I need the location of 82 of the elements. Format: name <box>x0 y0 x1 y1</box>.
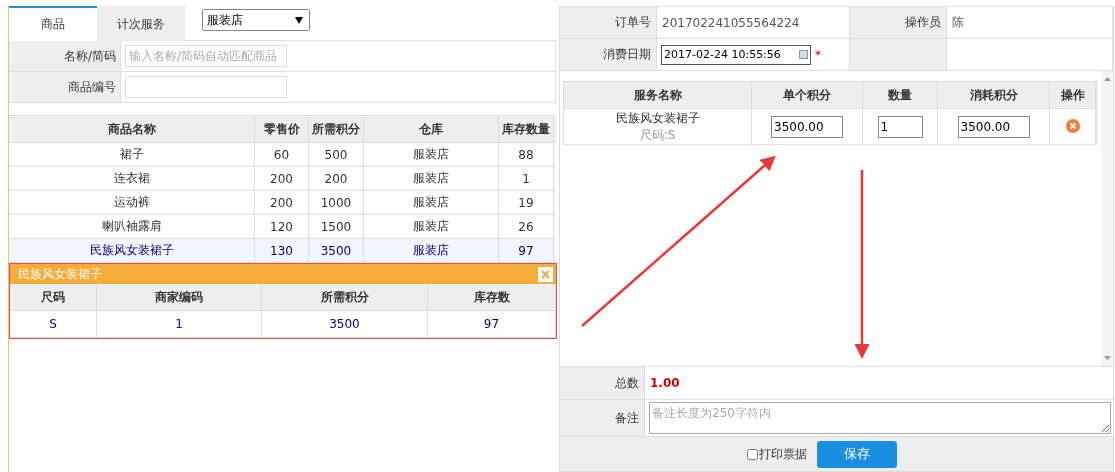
table-cell: S <box>10 311 97 337</box>
table-cell: 服装店 <box>364 215 499 238</box>
table-cell: 喇叭袖露肩 <box>9 215 255 238</box>
popup-title: 民族风女装裙子 <box>18 265 102 283</box>
input-field[interactable]: 1 <box>877 115 923 138</box>
size-label: 尺码:S <box>639 126 676 144</box>
table-cell: 130 <box>255 239 309 262</box>
column-header: 消耗积分 <box>938 82 1050 108</box>
column-header: 零售价 <box>255 116 309 142</box>
table-cell: 连衣裙 <box>9 167 255 190</box>
field-label: 消费日期 <box>560 39 657 70</box>
table-cell: 服装店 <box>364 239 499 262</box>
column-header: 商品名称 <box>9 116 255 142</box>
table-cell: 500 <box>309 143 364 166</box>
field-label: 操作员 <box>850 7 947 38</box>
table-cell: 3500 <box>309 239 364 262</box>
table-row[interactable]: 喇叭袖露肩 120 1500 服装店 26 <box>9 215 556 239</box>
field-label: 总数 <box>560 367 645 399</box>
table-cell: 1500 <box>309 215 364 238</box>
table-cell: 120 <box>255 215 309 238</box>
table-cell: 88 <box>499 143 554 166</box>
column-header: 仓库 <box>364 116 499 142</box>
table-cell: 1 <box>499 167 554 190</box>
calendar-icon <box>799 50 808 59</box>
table-cell: 服装店 <box>364 191 499 214</box>
close-icon <box>541 269 550 279</box>
column-header: 所需积分 <box>262 284 428 310</box>
total-value: 1.00 <box>649 376 680 390</box>
delete-button[interactable] <box>1064 118 1081 135</box>
table-row[interactable]: 运动裤 200 1000 服装店 19 <box>9 191 556 215</box>
column-header: 单个积分 <box>752 82 863 108</box>
table-cell: 60 <box>255 143 309 166</box>
scrollbar[interactable] <box>1101 71 1113 366</box>
table-row[interactable]: 民族风女装裙子 130 3500 服装店 97 <box>9 239 556 263</box>
table-cell: 200 <box>255 191 309 214</box>
field-label: 商品编号 <box>9 72 121 102</box>
field-label: 备注 <box>560 400 645 436</box>
table-cell: 服装店 <box>364 143 499 166</box>
table-cell: 1 <box>97 311 262 337</box>
operator-name: 陈 <box>947 7 1113 38</box>
table-cell: 26 <box>499 215 554 238</box>
checkbox-label: 打印票据 <box>758 445 807 463</box>
input-field[interactable] <box>125 76 287 98</box>
input-field[interactable]: 3500.00 <box>957 115 1030 138</box>
date-field[interactable]: 2017-02-24 10:55:56 <box>661 44 811 65</box>
table-cell: 民族风女装裙子 <box>9 239 255 262</box>
table-cell: 97 <box>428 311 556 337</box>
service-name: 民族风女装裙子 <box>615 109 700 127</box>
column-header: 数量 <box>863 82 938 108</box>
store-select[interactable]: 服装店 <box>202 9 310 31</box>
field-label: 订单号 <box>560 7 657 38</box>
column-header: 商家编码 <box>97 284 262 310</box>
field-label: 名称/简码 <box>9 41 121 71</box>
input-field[interactable]: 输入名称/简码自动匹配商品 <box>125 45 287 67</box>
checkbox[interactable] <box>746 448 758 460</box>
input-field[interactable]: 3500.00 <box>771 115 843 138</box>
note-field[interactable]: 备注长度为250字符内 <box>649 402 1111 434</box>
column-header: 库存数量 <box>499 116 554 142</box>
table-cell: 200 <box>309 167 364 190</box>
table-cell: 1000 <box>309 191 364 214</box>
caret-icon <box>295 16 303 24</box>
tab[interactable]: 计次服务 <box>97 6 185 41</box>
save-button[interactable]: 保存 <box>816 440 897 468</box>
required-mark: * <box>815 47 821 62</box>
column-header: 库存数 <box>428 284 556 310</box>
scroll-up-icon <box>1103 77 1111 81</box>
table-cell: 3500 <box>262 311 428 337</box>
column-header: 操作 <box>1050 82 1096 108</box>
table-cell: 19 <box>499 191 554 214</box>
column-header: 尺码 <box>10 284 97 310</box>
table-row[interactable]: 裙子 60 500 服装店 88 <box>9 143 556 167</box>
table-cell: 服装店 <box>364 167 499 190</box>
tab[interactable]: 商品 <box>9 6 97 41</box>
table-cell: 裙子 <box>9 143 255 166</box>
column-header: 所需积分 <box>309 116 364 142</box>
table-row[interactable]: 连衣裙 200 200 服装店 1 <box>9 167 556 191</box>
column-header: 服务名称 <box>564 82 752 108</box>
scroll-down-icon <box>1103 356 1111 360</box>
table-cell: 运动裤 <box>9 191 255 214</box>
table-cell: 200 <box>255 167 309 190</box>
table-cell: 97 <box>499 239 554 262</box>
close-button[interactable] <box>538 266 553 282</box>
